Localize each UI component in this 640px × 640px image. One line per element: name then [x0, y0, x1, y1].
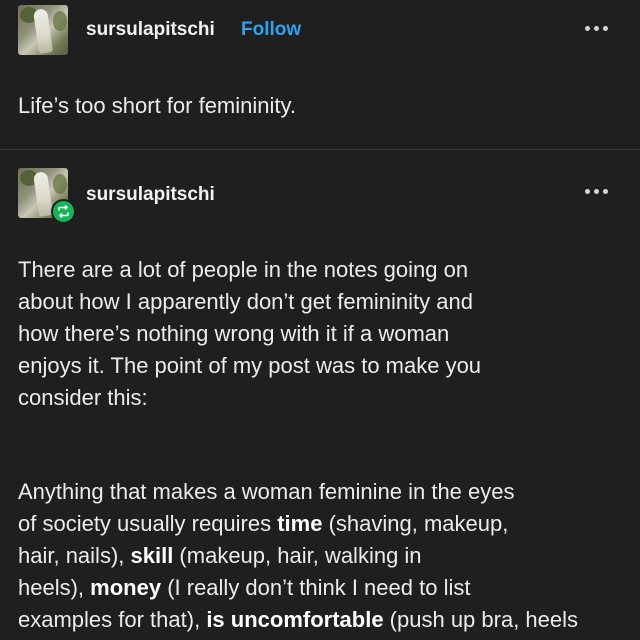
avatar-figure [33, 8, 53, 54]
more-dots-icon[interactable] [583, 184, 613, 198]
reblog-paragraph-2: Anything that makes a woman feminine in … [18, 476, 628, 636]
text-line: about how I apparently don’t get feminin… [18, 289, 473, 314]
post-username[interactable]: sursulapitschi [86, 19, 215, 41]
text-segment: (makeup, hair, walking in [173, 543, 422, 568]
avatar-figure [33, 171, 53, 217]
text-segment: heels), [18, 575, 91, 600]
original-post-text: Life’s too short for femininity. [18, 93, 296, 118]
more-dots-icon[interactable] [583, 21, 613, 35]
text-line: Anything that makes a woman feminine in … [18, 479, 515, 504]
original-post-header: sursulapitschi Follow [0, 0, 640, 62]
reblog-username[interactable]: sursulapitschi [86, 184, 215, 206]
avatar-leaf-decoration [53, 174, 67, 194]
follow-button[interactable]: Follow [241, 19, 301, 41]
text-segment: (I really don’t think I need to list [161, 575, 471, 600]
bold-term: skill [130, 543, 174, 568]
text-line: consider this: [18, 385, 148, 410]
text-line: There are a lot of people in the notes g… [18, 257, 469, 282]
avatar[interactable] [18, 5, 68, 55]
text-segment: (shaving, makeup, [322, 511, 509, 536]
bold-term: money [90, 575, 162, 600]
bold-term: is uncomfortable [206, 607, 384, 632]
reblog-icon [51, 199, 76, 224]
text-line: examples for that), is uncomfortable (pu… [18, 604, 628, 636]
reblog-paragraph-1: There are a lot of people in the notes g… [18, 254, 628, 414]
bold-term: time [277, 511, 323, 536]
text-line: hair, nails), skill (makeup, hair, walki… [18, 540, 628, 572]
reblog-divider [0, 149, 640, 150]
text-segment: hair, nails), [18, 543, 131, 568]
text-line: heels), money (I really don’t think I ne… [18, 572, 628, 604]
text-line: enjoys it. The point of my post was to m… [18, 353, 482, 378]
text-segment: of society usually requires [18, 511, 278, 536]
text-segment: (push up bra, heels [383, 607, 579, 632]
text-line: how there’s nothing wrong with it if a w… [18, 321, 450, 346]
text-segment: examples for that), [18, 607, 207, 632]
avatar-leaf-decoration [53, 11, 67, 31]
text-line: of society usually requires time (shavin… [18, 508, 628, 540]
